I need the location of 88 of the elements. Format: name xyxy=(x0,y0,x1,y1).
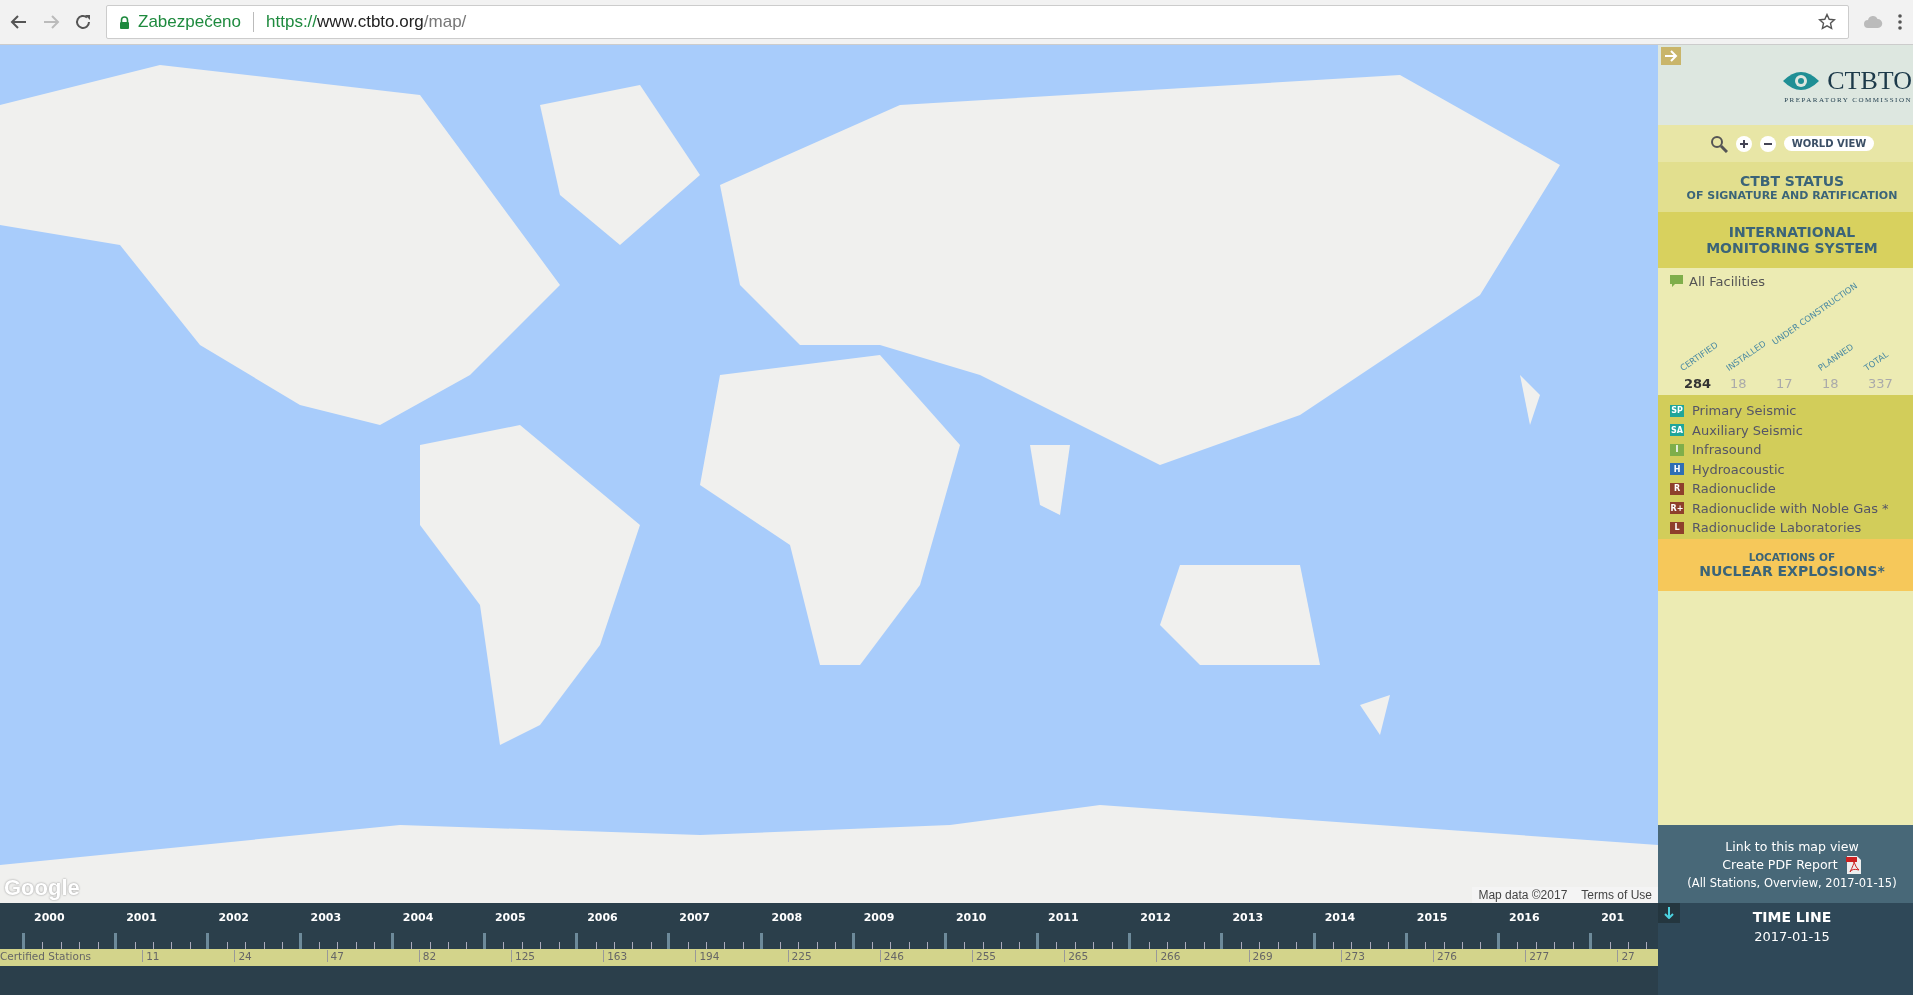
station-count: 265 xyxy=(1064,950,1089,962)
year-label: 2010 xyxy=(955,911,987,924)
menu-icon[interactable] xyxy=(1897,13,1903,31)
station-count: 125 xyxy=(511,950,536,962)
logo-title: CTBTO xyxy=(1827,66,1912,96)
station-count: 27 xyxy=(1617,950,1635,962)
station-count: 266 xyxy=(1156,950,1181,962)
ims-section[interactable]: INTERNATIONAL MONITORING SYSTEM xyxy=(1658,212,1913,268)
station-type-marker: R xyxy=(1670,482,1684,495)
legend-item[interactable]: Primary Seismic xyxy=(1692,403,1797,418)
legend-item[interactable]: Infrasound xyxy=(1692,442,1762,457)
url-text: https://www.ctbto.org/map/ xyxy=(266,12,468,32)
expand-timeline-button[interactable] xyxy=(1658,903,1680,923)
station-type-marker: L xyxy=(1670,521,1684,534)
station-count: 273 xyxy=(1340,950,1365,962)
legend-item[interactable]: Radionuclide with Noble Gas xyxy=(1692,500,1878,516)
nuclear-explosions-section[interactable]: LOCATIONS OF NUCLEAR EXPLOSIONS* xyxy=(1658,539,1913,591)
year-label: 2016 xyxy=(1509,911,1540,924)
legend-item[interactable]: Hydroacoustic xyxy=(1692,461,1785,477)
section-title: INTERNATIONAL MONITORING SYSTEM xyxy=(1705,223,1879,257)
station-count: 194 xyxy=(695,950,720,962)
station-count: 246 xyxy=(879,950,904,962)
station-count: 163 xyxy=(603,950,628,962)
year-label: 2009 xyxy=(863,911,895,924)
status-section[interactable]: CTBT STATUS OF SIGNATURE AND RATIFICATION xyxy=(1658,162,1913,212)
lock-icon xyxy=(119,15,130,29)
station-count: 47 xyxy=(326,950,344,962)
strip-label: Certified Stations xyxy=(0,950,92,962)
pdf-report-details: (All Stations, Overview, 2017-01-15) xyxy=(1687,875,1897,890)
year-label: 2011 xyxy=(1048,911,1079,924)
year-label: 2014 xyxy=(1324,911,1356,924)
year-label: 2015 xyxy=(1416,911,1448,924)
back-icon[interactable] xyxy=(10,13,28,31)
year-label: 201 xyxy=(1601,911,1625,924)
year-label: 2004 xyxy=(402,911,434,924)
stat-value[interactable]: 284 xyxy=(1684,376,1712,391)
station-count: 276 xyxy=(1433,950,1458,962)
timeline-bar[interactable]: 2000 2001 2002 2003 2004 2005 2006 2007 2008 2009 2010 2011 2012 2013 2014 2015 2016 201 Certified Stations 11 24 47 82 125 163 194 225 246 255 265 266 269 273 276 277 27 xyxy=(0,903,1658,995)
section-title: CTBT STATUS xyxy=(1739,172,1845,189)
station-type-marker: I xyxy=(1670,443,1684,456)
section-title: LOCATIONS OF xyxy=(1748,551,1836,563)
all-facilities-filter[interactable]: All Facilities xyxy=(1689,274,1765,289)
station-type-marker: R+ xyxy=(1670,502,1684,514)
footnote-mark: * xyxy=(1881,500,1889,516)
star-icon[interactable] xyxy=(1818,13,1836,31)
speech-bubble-icon xyxy=(1670,275,1683,288)
year-label: 2006 xyxy=(587,911,618,924)
legend-item[interactable]: Radionuclide Laboratories xyxy=(1692,520,1862,535)
station-count: 11 xyxy=(142,950,160,962)
year-label: 2001 xyxy=(126,911,157,924)
zoom-in-button[interactable] xyxy=(1735,135,1752,152)
security-label: Zabezpečeno xyxy=(138,12,242,32)
map-link[interactable]: Link to this map view xyxy=(1725,838,1859,854)
legend-item[interactable]: Radionuclide xyxy=(1692,481,1776,496)
section-subtitle: NUCLEAR EXPLOSIONS* xyxy=(1699,563,1885,579)
year-label: 2002 xyxy=(218,911,249,924)
map-attribution: Map data ©2017 xyxy=(1478,888,1568,902)
station-type-marker: H xyxy=(1670,463,1684,475)
year-label: 2003 xyxy=(310,911,342,924)
station-type-marker: SP xyxy=(1670,404,1684,417)
arrow-icon xyxy=(1664,50,1678,62)
year-label: 2000 xyxy=(34,911,65,924)
station-count: 225 xyxy=(787,950,812,962)
down-arrow-icon xyxy=(1664,907,1674,919)
station-count: 277 xyxy=(1525,950,1550,962)
station-type-marker: SA xyxy=(1670,424,1684,436)
year-label: 2008 xyxy=(771,911,803,924)
year-label: 2013 xyxy=(1232,911,1264,924)
world-view-button[interactable]: WORLD VIEW xyxy=(1783,136,1875,151)
timeline-date: 2017-01-15 xyxy=(1754,929,1830,944)
station-count: 24 xyxy=(234,950,252,962)
zoom-out-button[interactable] xyxy=(1759,135,1776,152)
station-count: 269 xyxy=(1248,950,1273,962)
plus-icon xyxy=(1739,139,1748,148)
year-label: 2007 xyxy=(679,911,710,924)
year-label: 2012 xyxy=(1140,911,1171,924)
year-label: 2005 xyxy=(494,911,526,924)
pdf-file-icon xyxy=(1845,855,1862,874)
station-count: 255 xyxy=(972,950,997,962)
pdf-report-link[interactable]: Create PDF Report xyxy=(1722,857,1838,872)
legend-item[interactable]: Auxiliary Seismic xyxy=(1692,422,1803,438)
address-bar[interactable]: Zabezpečeno https://www.ctbto.org/map/ xyxy=(106,5,1849,39)
terms-link[interactable]: Terms of Use xyxy=(1581,888,1652,902)
station-count: 82 xyxy=(418,950,437,962)
timeline-title: TIME LINE xyxy=(1752,909,1832,925)
search-icon[interactable] xyxy=(1709,134,1728,153)
section-subtitle: OF SIGNATURE AND RATIFICATION xyxy=(1686,188,1898,202)
reload-icon[interactable] xyxy=(74,13,92,31)
